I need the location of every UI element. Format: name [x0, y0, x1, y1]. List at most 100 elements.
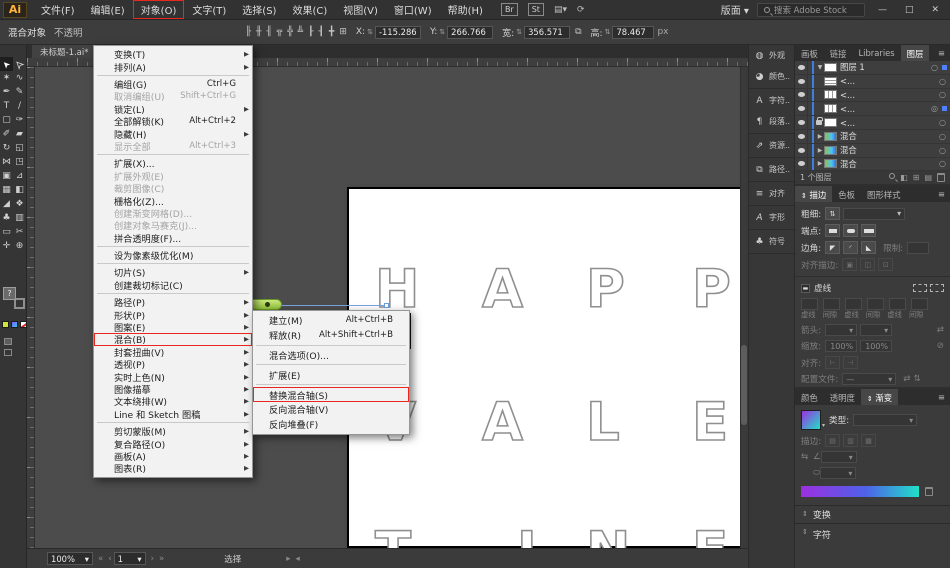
menu-item-flatten-transparency[interactable]: 拼合透明度(F)... — [94, 231, 252, 245]
blend-spine-endpoint[interactable] — [384, 303, 389, 308]
maximize-button[interactable]: □ — [900, 5, 919, 15]
delete-layer-icon[interactable] — [937, 173, 945, 183]
tab-stroke[interactable]: ⇕ 描边 — [795, 186, 833, 203]
tab-artboards[interactable]: 画板 — [795, 45, 824, 61]
gradient-menu-chevron-icon[interactable]: ▾ — [822, 422, 825, 429]
free-transform-tool[interactable]: ◳ — [13, 155, 26, 169]
visibility-toggle[interactable] — [795, 74, 808, 88]
stroke-weight-select[interactable]: ▾ — [843, 207, 906, 220]
dock-asset-export[interactable]: ⇗ 资源.. — [749, 135, 794, 156]
visibility-toggle[interactable] — [795, 129, 808, 143]
vertical-scrollbar[interactable] — [740, 67, 748, 548]
submenu-item-blend-options[interactable]: 混合选项(O)... — [253, 348, 409, 363]
menu-item-image-trace[interactable]: 图像描摹 ▶ — [94, 383, 252, 396]
menu-item-clipping-mask[interactable]: 剪切蒙版(M) ▶ — [94, 425, 252, 438]
target-icon[interactable]: ○ — [939, 159, 946, 168]
draw-behind-mode-icon[interactable] — [4, 349, 12, 356]
dock-appearance[interactable]: ◍ 外观 — [749, 45, 794, 66]
menu-item-perspective[interactable]: 透视(P) ▶ — [94, 358, 252, 371]
shaper-tool[interactable]: ▢ — [0, 113, 13, 127]
eyedropper-tool[interactable]: ◢ — [0, 197, 13, 211]
align-left-icon[interactable]: ╟ — [246, 27, 251, 37]
mesh-tool[interactable]: ▦ — [0, 183, 13, 197]
expand-chevron-icon[interactable]: ▶ — [816, 160, 824, 167]
menu-item-shape[interactable]: 形状(P) ▶ — [94, 308, 252, 322]
target-icon[interactable]: ◎ — [931, 104, 938, 113]
stock-search-input[interactable]: 搜索 Adobe Stock — [756, 2, 865, 17]
menu-item-hide[interactable]: 隐藏(H) ▶ — [94, 127, 252, 141]
character-panel-header[interactable]: ⇕ 字符 — [795, 523, 950, 568]
dashed-line-checkbox[interactable]: ▬ — [801, 283, 810, 293]
target-icon[interactable]: ○ — [931, 63, 938, 72]
dock-align[interactable]: ≡ 对齐 — [749, 183, 794, 204]
menu-item-group[interactable]: 编组(G) Ctrl+G — [94, 78, 252, 91]
gradient-type-select[interactable]: ▾ — [853, 414, 918, 427]
eraser-tool[interactable]: ▰ — [13, 127, 26, 141]
layer-row[interactable]: <... ○ — [795, 74, 950, 89]
layer-row[interactable]: <... ◎ — [795, 102, 950, 117]
menu-item-unlock-all[interactable]: 全部解锁(K) Alt+Ctrl+2 — [94, 115, 252, 128]
sync-icon[interactable]: ⟳ — [577, 5, 585, 15]
submenu-item-replace-spine[interactable]: 替换混合轴(S) — [253, 387, 409, 402]
menu-window[interactable]: 窗口(W) — [386, 0, 440, 19]
menu-type[interactable]: 文字(T) — [184, 0, 234, 19]
zoom-tool[interactable]: ⊕ — [13, 239, 26, 253]
target-icon[interactable]: ○ — [939, 118, 946, 127]
none-swatch[interactable] — [20, 321, 27, 328]
menu-help[interactable]: 帮助(H) — [440, 0, 491, 19]
panel-menu-icon[interactable]: ≡ — [933, 45, 950, 61]
line-segment-tool[interactable]: ∕ — [13, 99, 26, 113]
expand-chevron-icon[interactable]: ▶ — [816, 147, 824, 154]
rotate-tool[interactable]: ↻ — [0, 141, 13, 155]
fill-stroke-indicator[interactable]: ? — [3, 287, 25, 309]
menu-item-artboards[interactable]: 画板(A) ▶ — [94, 450, 252, 463]
blend-tool[interactable]: ❖ — [13, 197, 26, 211]
menu-item-line-sketch-art[interactable]: Line 和 Sketch 图稿 ▶ — [94, 408, 252, 421]
menu-item-path[interactable]: 路径(P) ▶ — [94, 296, 252, 309]
align-right-icon[interactable]: ╢ — [266, 27, 271, 37]
align-dash-button[interactable] — [930, 284, 944, 293]
slice-tool[interactable]: ✂ — [13, 225, 26, 239]
menu-file[interactable]: 文件(F) — [33, 0, 83, 19]
panel-menu-icon[interactable]: ≡ — [933, 389, 950, 405]
submenu-item-make[interactable]: 建立(M) Alt+Ctrl+B — [253, 313, 409, 328]
miter-join-button[interactable]: ◤ — [825, 241, 841, 255]
layer-row[interactable]: ▼ 图层 1 ○ — [795, 61, 950, 75]
visibility-toggle[interactable] — [795, 116, 808, 129]
new-sublayer-icon[interactable]: ⊞ — [913, 173, 920, 182]
next-artboard-icon[interactable]: › — [151, 554, 154, 564]
tab-swatches[interactable]: 色板 — [832, 186, 861, 202]
expand-chevron-icon[interactable]: ▶ — [816, 133, 824, 140]
menu-item-pixel-perfect[interactable]: 设为像素级优化(M) — [94, 249, 252, 262]
align-vcenter-icon[interactable]: ╬ — [287, 27, 292, 37]
submenu-item-release[interactable]: 释放(R) Alt+Shift+Ctrl+B — [253, 328, 409, 343]
menu-item-live-paint[interactable]: 实时上色(N) ▶ — [94, 370, 252, 384]
round-join-button[interactable]: ◜ — [843, 241, 859, 255]
align-hcenter-icon[interactable]: ╫ — [256, 27, 261, 37]
target-icon[interactable]: ○ — [939, 90, 946, 99]
make-mask-icon[interactable]: ◧ — [900, 173, 908, 182]
column-graph-tool[interactable]: ▥ — [13, 211, 26, 225]
blend-spine-anchor[interactable] — [265, 302, 270, 307]
y-stepper[interactable]: ⇅ — [439, 28, 445, 36]
paintbrush-tool[interactable]: ✑ — [13, 113, 26, 127]
layer-row[interactable]: <... ○ — [795, 88, 950, 103]
gradient-slider[interactable] — [801, 486, 919, 498]
tab-transparency[interactable]: 透明度 — [824, 389, 861, 405]
projecting-cap-button[interactable] — [861, 224, 877, 238]
curvature-tool[interactable]: ✎ — [13, 85, 26, 99]
dock-color[interactable]: ◕ 颜色.. — [749, 66, 794, 87]
layer-row[interactable]: ▶ 混合 ○ — [795, 143, 950, 158]
color-swatch[interactable] — [2, 321, 9, 328]
panel-menu-icon[interactable]: ≡ — [933, 186, 950, 202]
submenu-item-reverse-spine[interactable]: 反向混合轴(V) — [253, 402, 409, 417]
lock-icon[interactable] — [816, 117, 823, 126]
menu-select[interactable]: 选择(S) — [234, 0, 284, 19]
scale-tool[interactable]: ◱ — [13, 141, 26, 155]
width-tool[interactable]: ⋈ — [0, 155, 13, 169]
gradient-preview-swatch[interactable] — [801, 410, 821, 431]
tab-gradient[interactable]: ⇕ 渐变 — [860, 389, 899, 406]
bridge-button[interactable]: Br — [500, 3, 518, 16]
tab-graphic-styles[interactable]: 图形样式 — [861, 186, 907, 202]
arrange-documents-icon[interactable]: ▤▾ — [554, 5, 567, 15]
